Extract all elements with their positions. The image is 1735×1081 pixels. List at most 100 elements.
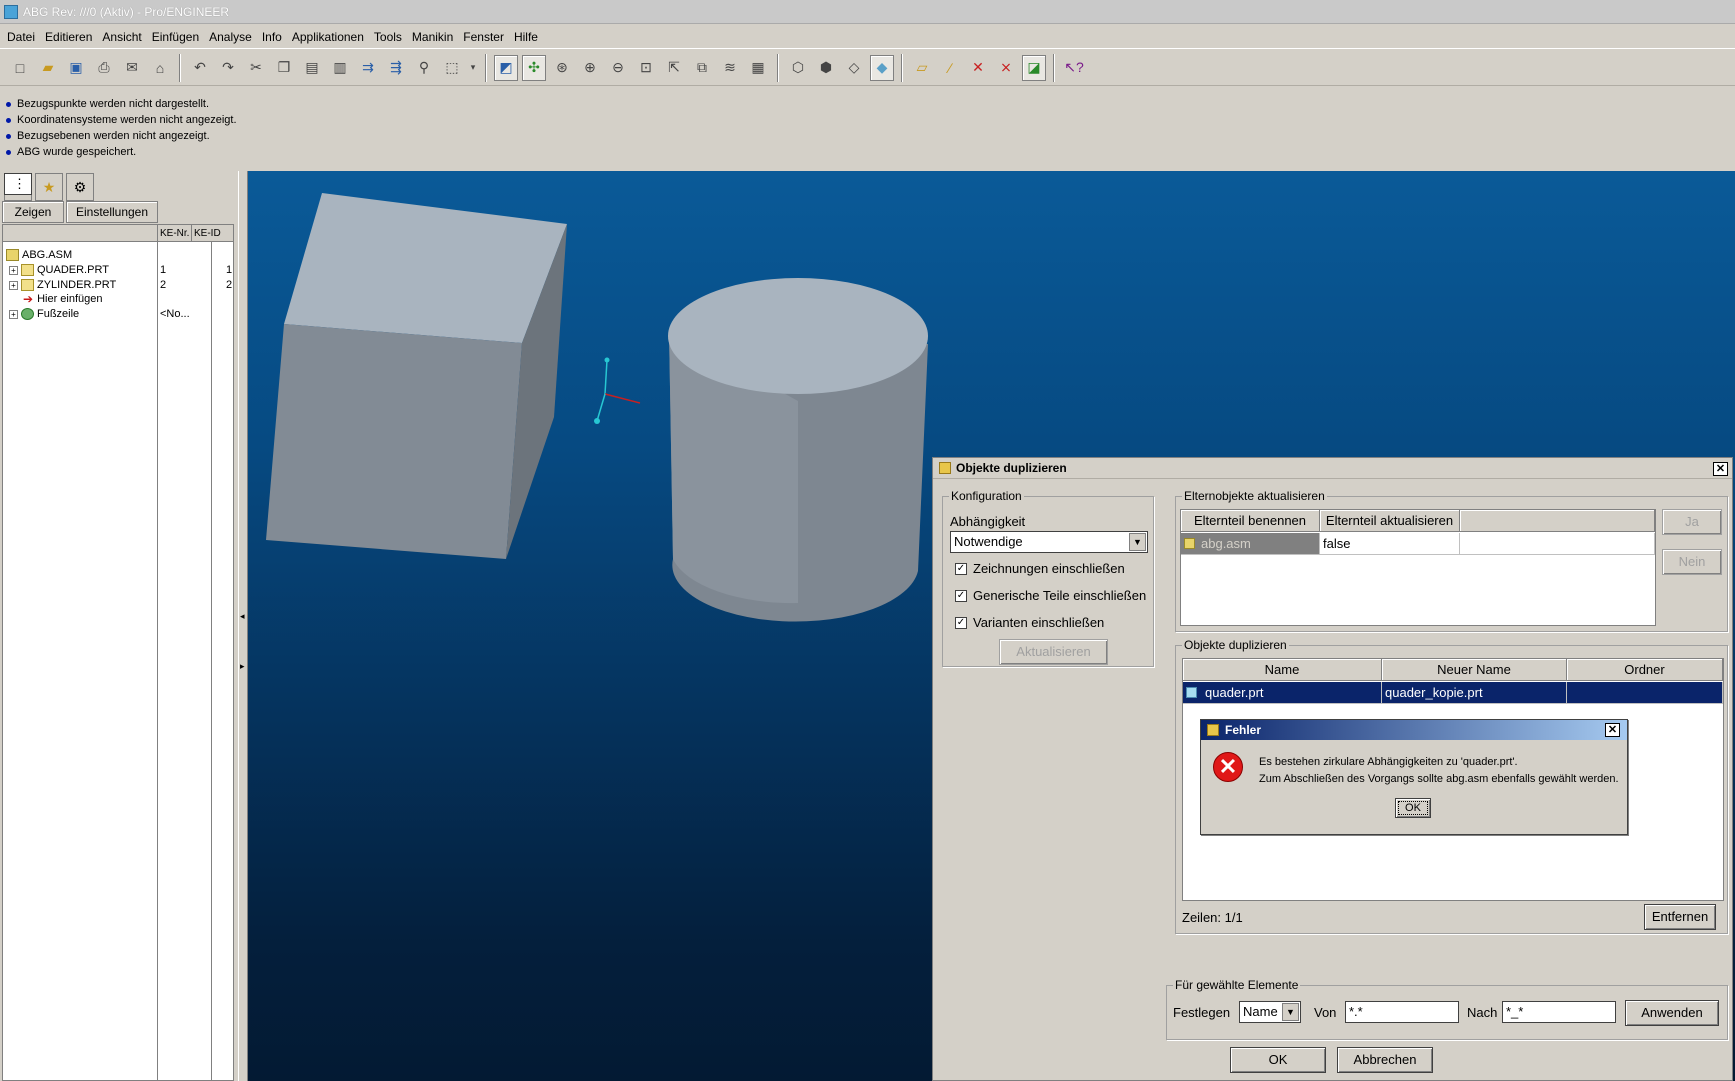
menu-tools[interactable]: Tools [369,25,407,49]
regenerate-icon[interactable]: ⇉ [356,55,380,81]
from-input[interactable]: *.* [1345,1001,1459,1023]
shading-icon[interactable]: ◆ [870,54,894,81]
print-icon[interactable]: ⎙ [92,55,116,81]
model-tree-tab-icon[interactable]: ⋮ [4,173,32,195]
col-ke-nr[interactable]: KE-Nr. [157,225,191,242]
checkmark-icon[interactable]: ✓ [955,562,967,575]
datum-points-icon[interactable]: ✕ [966,55,990,81]
paste-icon[interactable]: ▤ [300,55,324,81]
parent-row-name[interactable]: abg.asm [1181,533,1320,555]
menu-analyse[interactable]: Analyse [204,25,257,49]
parent-row-update[interactable]: false [1320,533,1460,555]
menu-fenster[interactable]: Fenster [458,25,509,49]
col-ke-id[interactable]: KE-ID [191,225,233,242]
parent-row-empty [1460,533,1655,555]
include-generic-checkbox[interactable]: ✓ Generische Teile einschließen [955,588,1146,603]
save-icon[interactable]: ▣ [64,55,88,81]
chevron-down-icon[interactable]: ▼ [1282,1003,1299,1021]
menu-editieren[interactable]: Editieren [40,25,97,49]
set-select[interactable]: Name ▼ [1239,1001,1301,1023]
tree-item[interactable]: + Fußzeile [9,306,79,322]
collapse-left-icon[interactable]: ◂ [240,611,245,622]
menu-hilfe[interactable]: Hilfe [509,25,543,49]
saved-views-icon[interactable]: ⧉ [690,55,714,81]
annotations-icon[interactable]: ◪ [1022,54,1046,81]
checkmark-icon[interactable]: ✓ [955,589,967,602]
cancel-button[interactable]: Abbrechen [1337,1047,1433,1073]
view-manager-icon[interactable]: ▦ [746,55,770,81]
redo-icon[interactable]: ↷ [216,55,240,81]
update-button[interactable]: Aktualisieren [999,639,1108,665]
no-hidden-icon[interactable]: ◇ [842,55,866,81]
show-menu-button[interactable]: Zeigen ▾ [2,201,64,238]
select-box-icon[interactable]: ⬚ [440,55,464,81]
pane-splitter[interactable]: ◂ ▸ [238,171,248,1081]
error-ok-button[interactable]: OK [1395,798,1431,818]
expand-icon[interactable]: + [9,280,18,290]
chevron-down-icon[interactable]: ▼ [1129,533,1146,551]
tree-item[interactable]: + QUADER.PRT [9,262,109,278]
zoom-out-icon[interactable]: ⊖ [606,55,630,81]
menu-info[interactable]: Info [257,25,287,49]
include-drawings-checkbox[interactable]: ✓ Zeichnungen einschließen [955,561,1125,576]
menu-einfuegen[interactable]: Einfügen [147,25,204,49]
expand-icon[interactable]: + [9,309,18,319]
col-folder[interactable]: Ordner [1567,659,1723,681]
new-file-icon[interactable]: □ [8,55,32,81]
col-new-name[interactable]: Neuer Name [1382,659,1567,681]
favorites-tab-icon[interactable]: ★ [35,173,63,201]
remove-button[interactable]: Entfernen [1644,904,1716,930]
send-mail-icon[interactable]: ✉ [120,55,144,81]
orient-mode-icon[interactable]: ⊛ [550,55,574,81]
send-link-icon[interactable]: ⌂ [148,55,172,81]
checkmark-icon[interactable]: ✓ [955,616,967,629]
reorient-icon[interactable]: ⇱ [662,55,686,81]
no-button[interactable]: Nein [1662,549,1722,575]
regen-manager-icon[interactable]: ⇶ [384,55,408,81]
copy-icon[interactable]: ❐ [272,55,296,81]
repaint-icon[interactable]: ◩ [494,54,518,81]
coordinate-systems-icon[interactable]: ⨯ [994,55,1018,81]
zoom-in-icon[interactable]: ⊕ [578,55,602,81]
ok-button[interactable]: OK [1230,1047,1326,1073]
tree-item[interactable]: ➔ Hier einfügen [23,291,103,307]
dialog-close-icon[interactable]: ✕ [1713,462,1728,476]
select-dropdown-icon[interactable]: ▾ [468,55,478,81]
expand-icon[interactable]: + [9,265,18,275]
context-help-icon[interactable]: ↖? [1062,55,1086,81]
proengineer-window: ABG Rev: ///0 (Aktiv) - Pro/ENGINEER Dat… [0,0,1735,1081]
menu-ansicht[interactable]: Ansicht [97,25,146,49]
duplicate-row-new-name[interactable]: quader_kopie.prt [1382,682,1567,704]
duplicate-row-folder[interactable] [1567,682,1723,704]
menu-datei[interactable]: Datei [2,25,40,49]
tree-root[interactable]: ABG.ASM [6,247,72,263]
duplicate-row-name[interactable]: quader.prt [1183,682,1382,704]
include-variants-checkbox[interactable]: ✓ Varianten einschließen [955,615,1104,630]
col-parent-update[interactable]: Elternteil aktualisieren [1320,510,1460,532]
toolbar-separator [1053,53,1055,82]
menu-manikin[interactable]: Manikin [407,25,458,49]
menu-applikationen[interactable]: Applikationen [287,25,369,49]
undo-icon[interactable]: ↶ [188,55,212,81]
cut-icon[interactable]: ✂ [244,55,268,81]
settings-menu-button[interactable]: Einstellungen ▾ [66,201,158,238]
dependency-select[interactable]: Notwendige ▼ [950,531,1148,553]
datum-planes-icon[interactable]: ▱ [910,55,934,81]
hidden-line-icon[interactable]: ⬢ [814,55,838,81]
col-name[interactable]: Name [1183,659,1382,681]
apply-button[interactable]: Anwenden [1625,1000,1719,1026]
spin-center-icon[interactable]: ✣ [522,54,546,81]
paste-special-icon[interactable]: ▥ [328,55,352,81]
col-parent-name[interactable]: Elternteil benennen [1181,510,1320,532]
refit-icon[interactable]: ⊡ [634,55,658,81]
to-input[interactable]: *_* [1502,1001,1616,1023]
open-folder-icon[interactable]: ▰ [36,55,60,81]
yes-button[interactable]: Ja [1662,509,1722,535]
wireframe-icon[interactable]: ⬡ [786,55,810,81]
expand-right-icon[interactable]: ▸ [240,661,245,672]
find-icon[interactable]: ⚲ [412,55,436,81]
layers-icon[interactable]: ≋ [718,55,742,81]
error-close-icon[interactable]: ✕ [1605,723,1620,737]
connections-tab-icon[interactable]: ⚙ [66,173,94,201]
datum-axes-icon[interactable]: ∕ [938,55,962,81]
